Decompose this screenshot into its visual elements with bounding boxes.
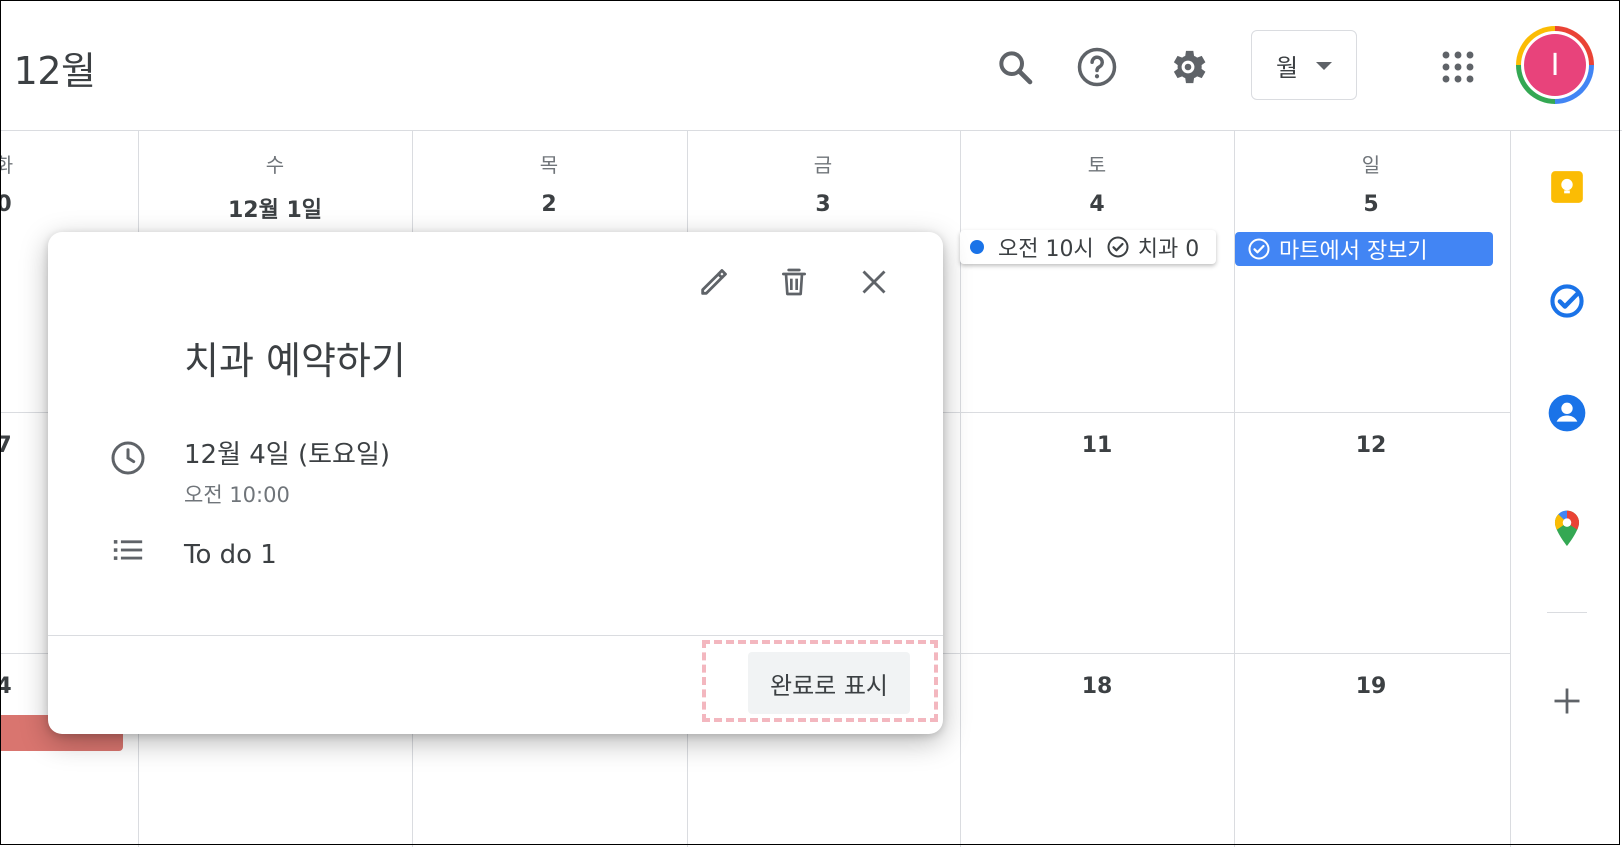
task-check-icon	[1106, 235, 1130, 259]
top-header: l 12월 월 I	[0, 0, 1622, 131]
view-select-label: 월	[1275, 53, 1299, 82]
day-header-sat[interactable]: 토 4	[963, 149, 1231, 217]
maps-pin-icon[interactable]	[1545, 507, 1589, 551]
cell-day-number[interactable]: 18	[963, 674, 1231, 699]
side-divider	[1547, 612, 1587, 613]
task-time: 오전 10:00	[184, 483, 290, 507]
task-detail-popup: 치과 예약하기 12월 4일 (토요일) 오전 10:00 To do 1 완료…	[48, 232, 943, 734]
cell-day-number[interactable]: 11	[963, 433, 1231, 458]
list-icon	[104, 526, 152, 574]
side-panel	[1510, 131, 1622, 847]
delete-trash-icon[interactable]	[770, 258, 818, 306]
apps-grid-icon[interactable]	[1433, 42, 1483, 92]
day-header-tue[interactable]: 화 0	[0, 149, 138, 217]
settings-gear-icon[interactable]	[1163, 42, 1213, 92]
view-select-dropdown[interactable]: 월	[1251, 30, 1357, 100]
keep-lightbulb-icon[interactable]	[1545, 165, 1589, 209]
month-title: l 12월	[0, 49, 96, 93]
task-list-name: To do 1	[184, 540, 277, 570]
day-header-fri[interactable]: 금 3	[689, 149, 957, 217]
cell-day-number[interactable]: 19	[1237, 674, 1505, 699]
event-chip-market[interactable]: 마트에서 장보기	[1235, 232, 1493, 266]
avatar-letter: I	[1524, 34, 1586, 96]
clock-icon	[104, 434, 152, 482]
event-title: 마트에서 장보기	[1279, 239, 1428, 264]
account-avatar[interactable]: I	[1516, 26, 1594, 104]
chevron-down-icon	[1316, 62, 1333, 70]
event-time: 오전 10시	[998, 237, 1094, 262]
contacts-person-icon[interactable]	[1545, 391, 1589, 435]
day-header-sun[interactable]: 일 5	[1237, 149, 1505, 217]
event-title: 치과 0	[1137, 237, 1200, 262]
search-icon[interactable]	[990, 42, 1040, 92]
mark-complete-button[interactable]: 완료로 표시	[748, 652, 910, 714]
event-dot	[970, 240, 984, 254]
add-plus-icon[interactable]	[1545, 679, 1589, 723]
task-check-icon	[1247, 237, 1271, 261]
tasks-check-icon[interactable]	[1545, 279, 1589, 323]
close-icon[interactable]	[850, 258, 898, 306]
day-header-thu[interactable]: 목 2	[415, 149, 683, 217]
popup-divider	[48, 635, 943, 636]
event-chip-dentist[interactable]: 오전 10시 치과 0	[960, 230, 1216, 264]
task-date: 12월 4일 (토요일)	[184, 440, 391, 470]
task-title: 치과 예약하기	[184, 339, 406, 383]
edit-pencil-icon[interactable]	[690, 258, 738, 306]
help-icon[interactable]	[1072, 42, 1122, 92]
day-header-wed[interactable]: 수 12월 1일	[141, 149, 409, 224]
cell-day-number[interactable]: 12	[1237, 433, 1505, 458]
